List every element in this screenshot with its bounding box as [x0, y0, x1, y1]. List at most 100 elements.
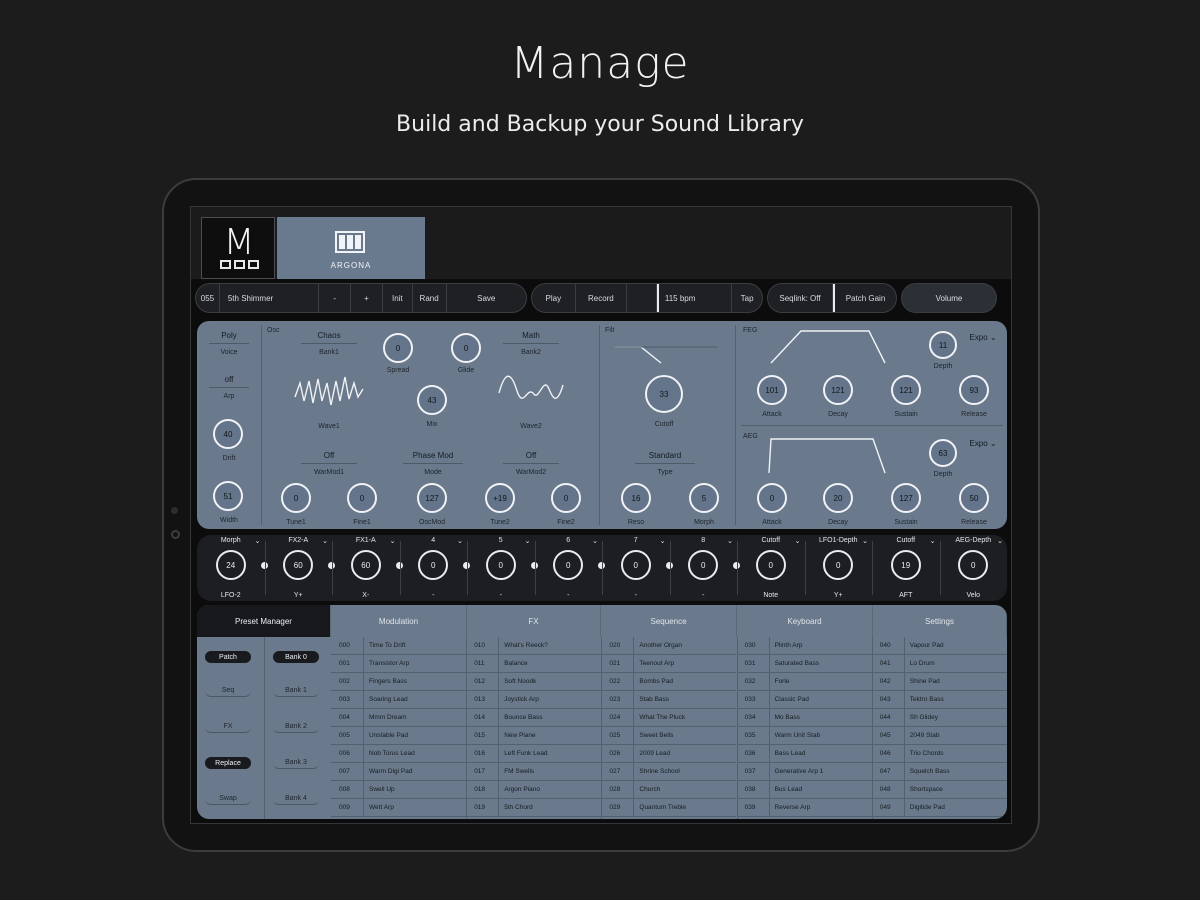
- preset-row[interactable]: 034 Mo Bass: [736, 709, 872, 727]
- metronome-slot[interactable]: [627, 284, 657, 312]
- feg-attack-knob[interactable]: 101: [757, 375, 787, 405]
- preset-row[interactable]: 009 Wett Arp: [331, 799, 466, 817]
- preset-row[interactable]: 027 Shrine School: [601, 763, 737, 781]
- spread-knob[interactable]: 0: [383, 333, 413, 363]
- warmod1-value[interactable]: Off: [297, 451, 361, 460]
- mix-knob[interactable]: 43: [417, 385, 447, 415]
- preset-type-button[interactable]: Replace: [205, 757, 251, 769]
- tap-button[interactable]: Tap: [732, 284, 762, 312]
- play-button[interactable]: Play: [532, 284, 576, 312]
- aeg-release-knob[interactable]: 50: [959, 483, 989, 513]
- bpm-field[interactable]: 115 bpm: [656, 284, 733, 312]
- preset-row[interactable]: 019 5th Chord: [466, 799, 602, 817]
- preset-row[interactable]: 023 Stab Bass: [601, 691, 737, 709]
- chevron-down-icon[interactable]: ⌄: [525, 537, 531, 545]
- preset-row[interactable]: 016 Left Funk Lead: [466, 745, 602, 763]
- preset-row[interactable]: 011 Balance: [466, 655, 602, 673]
- preset-row[interactable]: 001 Transistor Arp: [331, 655, 466, 673]
- preset-row[interactable]: 032 Forle: [736, 673, 872, 691]
- bottom-tab[interactable]: Modulation: [331, 605, 467, 637]
- preset-row[interactable]: 037 Generative Arp 1: [736, 763, 872, 781]
- mod-amount-knob[interactable]: 0: [418, 550, 449, 580]
- prev-patch-button[interactable]: -: [319, 284, 352, 312]
- mod-amount-knob[interactable]: 0: [553, 550, 584, 580]
- mod-slot[interactable]: FX1-A ⌄ 60 X-: [332, 535, 403, 601]
- bottom-tab[interactable]: Settings: [873, 605, 1007, 637]
- mod-slot-source[interactable]: Y+: [265, 592, 333, 599]
- aeg-sustain-knob[interactable]: 127: [891, 483, 921, 513]
- feg-depth-knob[interactable]: 11: [929, 331, 957, 359]
- drift-knob[interactable]: 40: [213, 419, 243, 449]
- mod-slot-source[interactable]: AFT: [872, 592, 940, 599]
- chevron-down-icon[interactable]: ⌄: [457, 537, 463, 545]
- warmod2-value[interactable]: Off: [499, 451, 563, 460]
- preset-row[interactable]: 018 Argon Piano: [466, 781, 602, 799]
- next-patch-button[interactable]: +: [351, 284, 383, 312]
- aeg-depth-knob[interactable]: 63: [929, 439, 957, 467]
- cutoff-knob[interactable]: 33: [645, 375, 683, 413]
- preset-row[interactable]: 049 Digitide Pad: [871, 799, 1007, 817]
- poly-value[interactable]: Poly: [205, 331, 253, 340]
- volume-slider[interactable]: Volume: [901, 283, 997, 313]
- patch-gain-slider[interactable]: Patch Gain: [832, 284, 896, 312]
- mod-slot-source[interactable]: LFO-2: [197, 592, 265, 599]
- preset-type-button[interactable]: Swap: [205, 793, 251, 805]
- preset-row[interactable]: 004 Mmm Dream: [331, 709, 466, 727]
- mod-slot[interactable]: Cutoff ⌄ 0 Note: [737, 535, 805, 601]
- aeg-curve-select[interactable]: Expo ⌄: [965, 439, 1001, 448]
- tune2-knob[interactable]: +19: [485, 483, 515, 513]
- mod-amount-knob[interactable]: 60: [283, 550, 314, 580]
- feg-curve-select[interactable]: Expo ⌄: [965, 333, 1001, 342]
- preset-row[interactable]: 015 New Plane: [466, 727, 602, 745]
- preset-row[interactable]: 030 Plinth Arp: [736, 637, 872, 655]
- preset-row[interactable]: 028 Church: [601, 781, 737, 799]
- save-button[interactable]: Save: [447, 284, 526, 312]
- chevron-down-icon[interactable]: ⌄: [727, 537, 733, 545]
- mod-amount-knob[interactable]: 0: [755, 550, 786, 580]
- mod-slot[interactable]: 6 ⌄ 0-: [534, 535, 605, 601]
- mod-amount-knob[interactable]: 60: [350, 550, 381, 580]
- mod-slot[interactable]: AEG-Depth ⌄ 0 Velo: [939, 535, 1008, 601]
- bottom-tab[interactable]: FX: [467, 605, 601, 637]
- chevron-down-icon[interactable]: ⌄: [660, 537, 666, 545]
- preset-row[interactable]: 040 Vapour Pad: [871, 637, 1007, 655]
- mod-amount-knob[interactable]: 0: [958, 550, 989, 580]
- mod-slot-source[interactable]: -: [670, 592, 738, 599]
- morph-knob[interactable]: 5: [689, 483, 719, 513]
- bank-button[interactable]: Bank 4: [273, 793, 319, 805]
- patch-number[interactable]: 055: [196, 284, 220, 312]
- preset-row[interactable]: 044 Sh Glidey: [871, 709, 1007, 727]
- instrument-tab[interactable]: ARGONA: [277, 217, 425, 279]
- mod-slot-source[interactable]: X-: [332, 592, 400, 599]
- preset-row[interactable]: 031 Saturated Bass: [736, 655, 872, 673]
- preset-row[interactable]: 003 Soaring Lead: [331, 691, 466, 709]
- preset-row[interactable]: 026 2009 Lead: [601, 745, 737, 763]
- preset-row[interactable]: 046 Trio Chords: [871, 745, 1007, 763]
- chevron-down-icon[interactable]: ⌄: [862, 537, 868, 545]
- rand-button[interactable]: Rand: [413, 284, 447, 312]
- preset-row[interactable]: 036 Bass Lead: [736, 745, 872, 763]
- preset-row[interactable]: 039 Reverse Arp: [736, 799, 872, 817]
- preset-row[interactable]: 000 Time To Drift: [331, 637, 466, 655]
- preset-row[interactable]: 033 Classic Pad: [736, 691, 872, 709]
- preset-row[interactable]: 045 2049 Stab: [871, 727, 1007, 745]
- mod-amount-knob[interactable]: 0: [823, 550, 854, 580]
- aeg-envelope-display[interactable]: [765, 433, 905, 477]
- mod-slot-source[interactable]: Note: [737, 592, 805, 599]
- preset-row[interactable]: 014 Bounce Bass: [466, 709, 602, 727]
- filter-type-value[interactable]: Standard: [629, 451, 701, 460]
- osc2-name[interactable]: Math: [499, 331, 563, 340]
- mod-slot[interactable]: 8 ⌄ 0-: [669, 535, 740, 601]
- oscmod-knob[interactable]: 127: [417, 483, 447, 513]
- mod-slot[interactable]: 7 ⌄ 0-: [602, 535, 673, 601]
- mod-slot[interactable]: 5 ⌄ 0-: [467, 535, 538, 601]
- mod-slot-source[interactable]: -: [400, 592, 468, 599]
- preset-row[interactable]: 043 Tektro Bass: [871, 691, 1007, 709]
- mod-amount-knob[interactable]: 19: [890, 550, 921, 580]
- mod-slot[interactable]: Cutoff ⌄ 19 AFT: [872, 535, 940, 601]
- init-button[interactable]: Init: [383, 284, 413, 312]
- preset-row[interactable]: 005 Unstable Pad: [331, 727, 466, 745]
- bank-button[interactable]: Bank 0: [273, 651, 319, 663]
- preset-type-button[interactable]: Patch: [205, 651, 251, 663]
- preset-row[interactable]: 007 Warm Digi Pad: [331, 763, 466, 781]
